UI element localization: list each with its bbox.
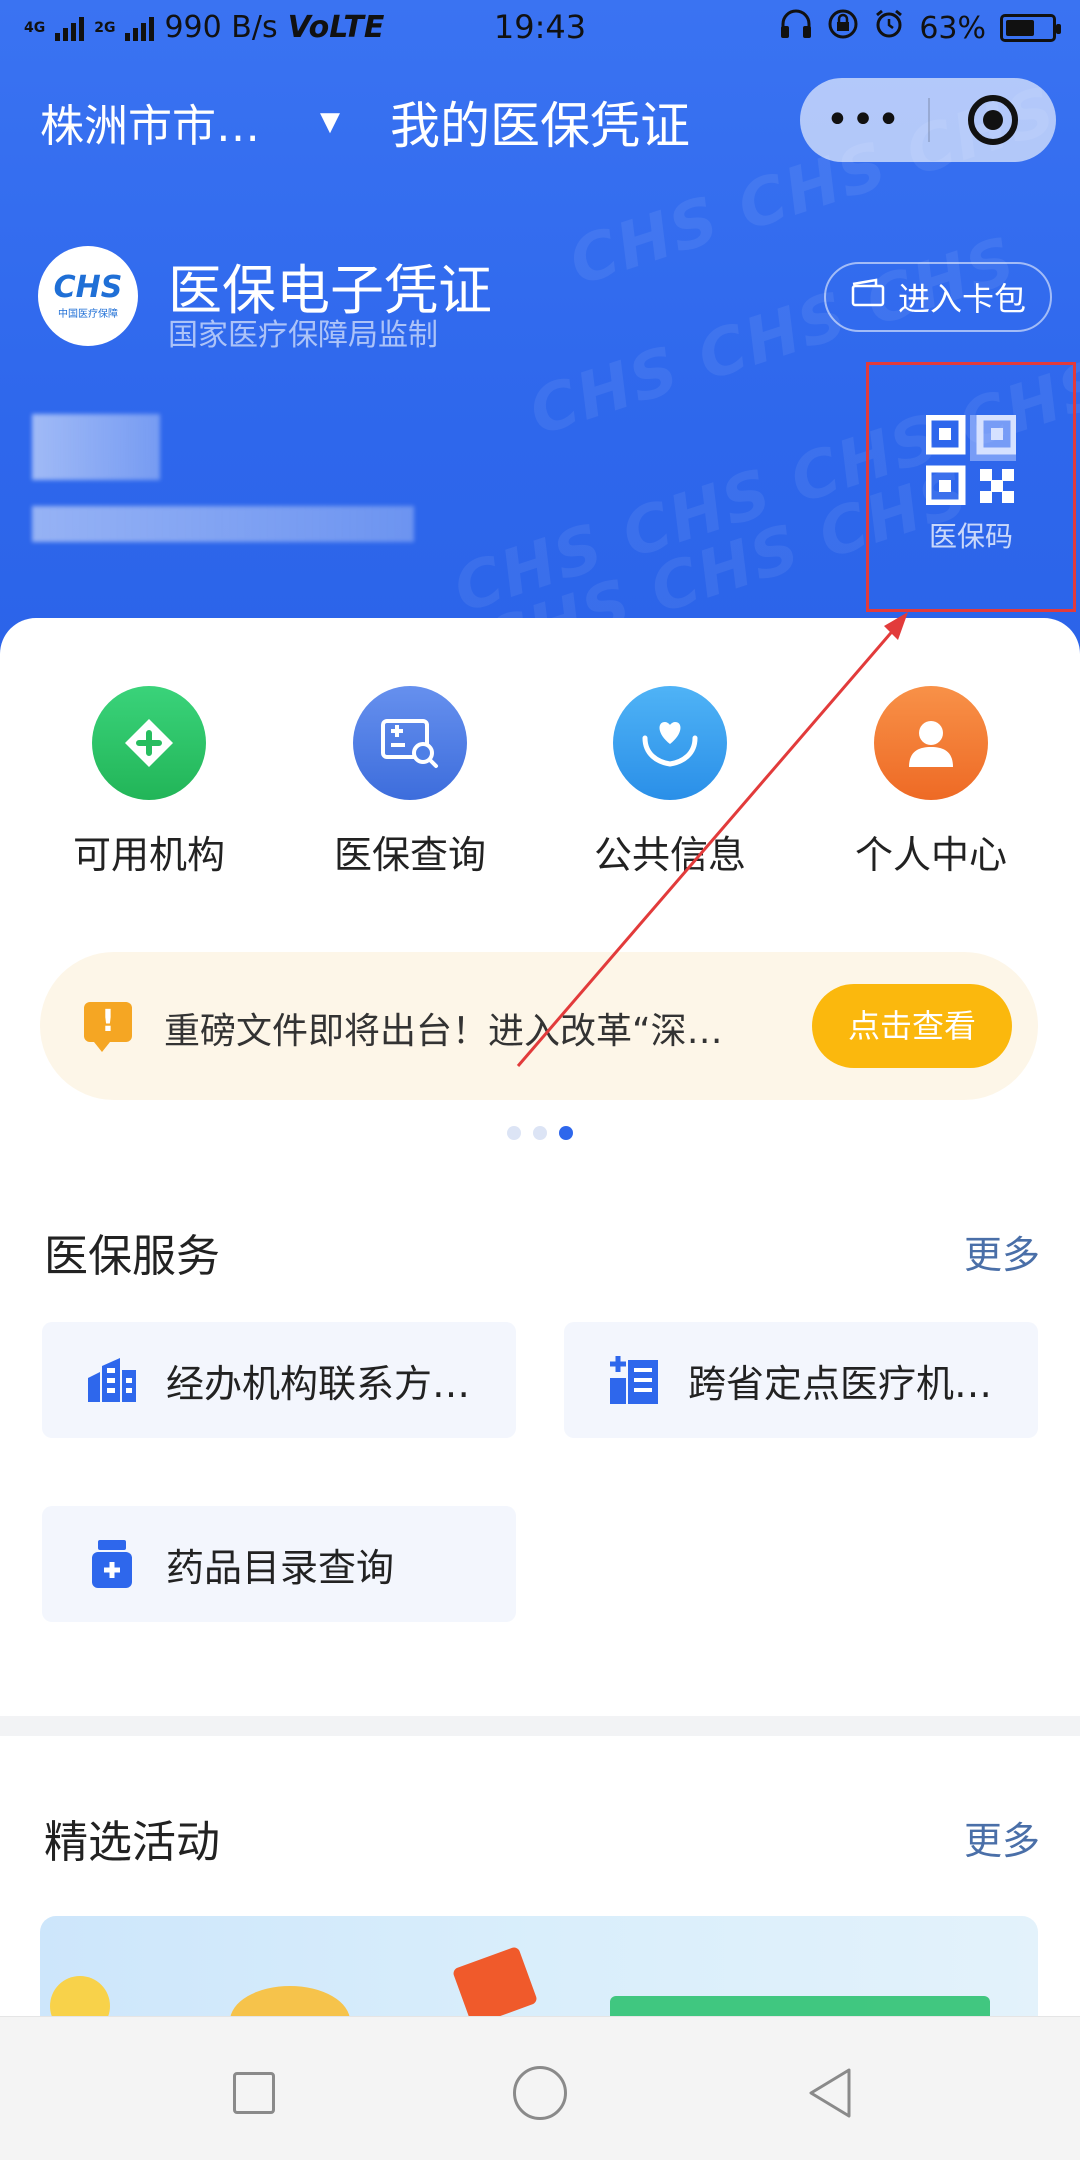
services-title: 医保服务 (44, 1231, 220, 1282)
quick-action-public-info[interactable]: 公共信息 (560, 686, 780, 879)
city-label: 株洲市市… (40, 101, 260, 152)
masked-name (32, 414, 160, 480)
main-card: 可用机构 医保查询 公共信息 个人中心 ! 重磅文件即将出台！进入改革“深… 点… (0, 618, 1080, 1718)
person-icon (874, 686, 988, 800)
quick-action-insurance-query[interactable]: 医保查询 (300, 686, 520, 879)
status-right: 63% (779, 8, 1061, 48)
quick-action-personal-center[interactable]: 个人中心 (821, 686, 1041, 879)
mini-program-capsule: ••• (800, 78, 1056, 162)
card-wallet-icon (850, 278, 886, 316)
carousel-dot-active (559, 1126, 573, 1140)
chs-logo: CHS 中国医疗保障 (38, 246, 138, 346)
quick-actions: 可用机构 医保查询 公共信息 个人中心 (0, 686, 1080, 886)
logo-subtext: 中国医疗保障 (58, 308, 118, 320)
masked-id-number (32, 506, 414, 542)
notice-text: 重磅文件即将出台！进入改革“深… (164, 1011, 723, 1052)
square-icon (233, 2072, 275, 2114)
triangle-back-icon (809, 2068, 851, 2118)
exclamation-icon: ! (84, 1002, 132, 1052)
building-icon (86, 1354, 138, 1406)
headphone-icon (779, 9, 813, 47)
wallet-label: 进入卡包 (897, 280, 1026, 318)
credential-subtitle: 国家医疗保障局监制 (168, 318, 438, 353)
battery-icon (1000, 14, 1061, 42)
quick-action-label: 公共信息 (593, 833, 746, 877)
lock-rotation-icon (827, 8, 859, 48)
carousel-dot (533, 1126, 547, 1140)
close-mini-program-button[interactable] (930, 95, 1056, 145)
battery-percent: 63% (919, 10, 986, 46)
activity-banner[interactable] (40, 1916, 1038, 2016)
enter-wallet-button[interactable]: 进入卡包 (824, 262, 1052, 332)
qr-code-icon (924, 413, 1030, 509)
activities-title: 精选活动 (44, 1817, 220, 1868)
activities-section: 精选活动 更多 (0, 1736, 1080, 2016)
notice-banner[interactable]: ! 重磅文件即将出台！进入改革“深… 点击查看 (40, 952, 1038, 1100)
logo-text: CHS (53, 269, 123, 305)
plus-diamond-icon (92, 686, 206, 800)
section-divider (0, 1716, 1080, 1736)
quick-action-available-institutions[interactable]: 可用机构 (39, 686, 259, 879)
alarm-icon (873, 8, 905, 48)
heart-hands-icon (613, 686, 727, 800)
banner-headline-graphic (610, 1996, 990, 2016)
target-icon (968, 95, 1018, 145)
coin-graphic (230, 1986, 350, 2016)
service-label: 经办机构联系方… (166, 1361, 471, 1406)
circle-icon (513, 2066, 567, 2120)
activities-more-link[interactable]: 更多 (964, 1810, 1040, 1865)
carousel-dot (507, 1126, 521, 1140)
status-bar: 4G 2G 990 B/s VoLTE 19:43 63% (0, 0, 1080, 56)
service-agency-contacts[interactable]: 经办机构联系方… (42, 1322, 516, 1438)
service-cross-province-institutions[interactable]: 跨省定点医疗机… (564, 1322, 1038, 1438)
qr-label: 医保码 (928, 520, 1013, 553)
caret-down-icon: ▼ (320, 107, 340, 137)
red-envelope-graphic (451, 1945, 539, 2016)
card-search-icon (353, 686, 467, 800)
quick-action-label: 可用机构 (72, 833, 225, 877)
page-title: 我的医保凭证 (390, 97, 690, 155)
coin-graphic (50, 1976, 110, 2016)
service-label: 跨省定点医疗机… (688, 1361, 993, 1406)
quick-action-label: 个人中心 (854, 833, 1007, 877)
service-drug-catalog-query[interactable]: 药品目录查询 (42, 1506, 516, 1622)
services-more-link[interactable]: 更多 (964, 1224, 1040, 1279)
view-notice-button[interactable]: 点击查看 (812, 984, 1012, 1068)
header-hero: CHS CHS CHS CHS CHS CHS CHS CHS CHS CHS … (0, 0, 1080, 720)
battery-fill (1006, 20, 1034, 36)
quick-action-label: 医保查询 (333, 833, 486, 877)
recent-apps-button[interactable] (224, 2063, 284, 2123)
home-button[interactable] (510, 2063, 570, 2123)
hospital-icon (608, 1354, 660, 1406)
system-navigation-bar (0, 2016, 1080, 2160)
medicine-bottle-icon (86, 1538, 138, 1590)
more-menu-button[interactable]: ••• (800, 78, 928, 162)
carousel-indicator (0, 1126, 1080, 1140)
city-selector[interactable]: 株洲市市… ▼ (40, 90, 340, 154)
medical-qr-code-button[interactable]: 医保码 (866, 362, 1076, 612)
title-bar: 株洲市市… ▼ 我的医保凭证 ••• (0, 78, 1080, 162)
back-button[interactable] (800, 2063, 860, 2123)
service-label: 药品目录查询 (166, 1545, 395, 1590)
